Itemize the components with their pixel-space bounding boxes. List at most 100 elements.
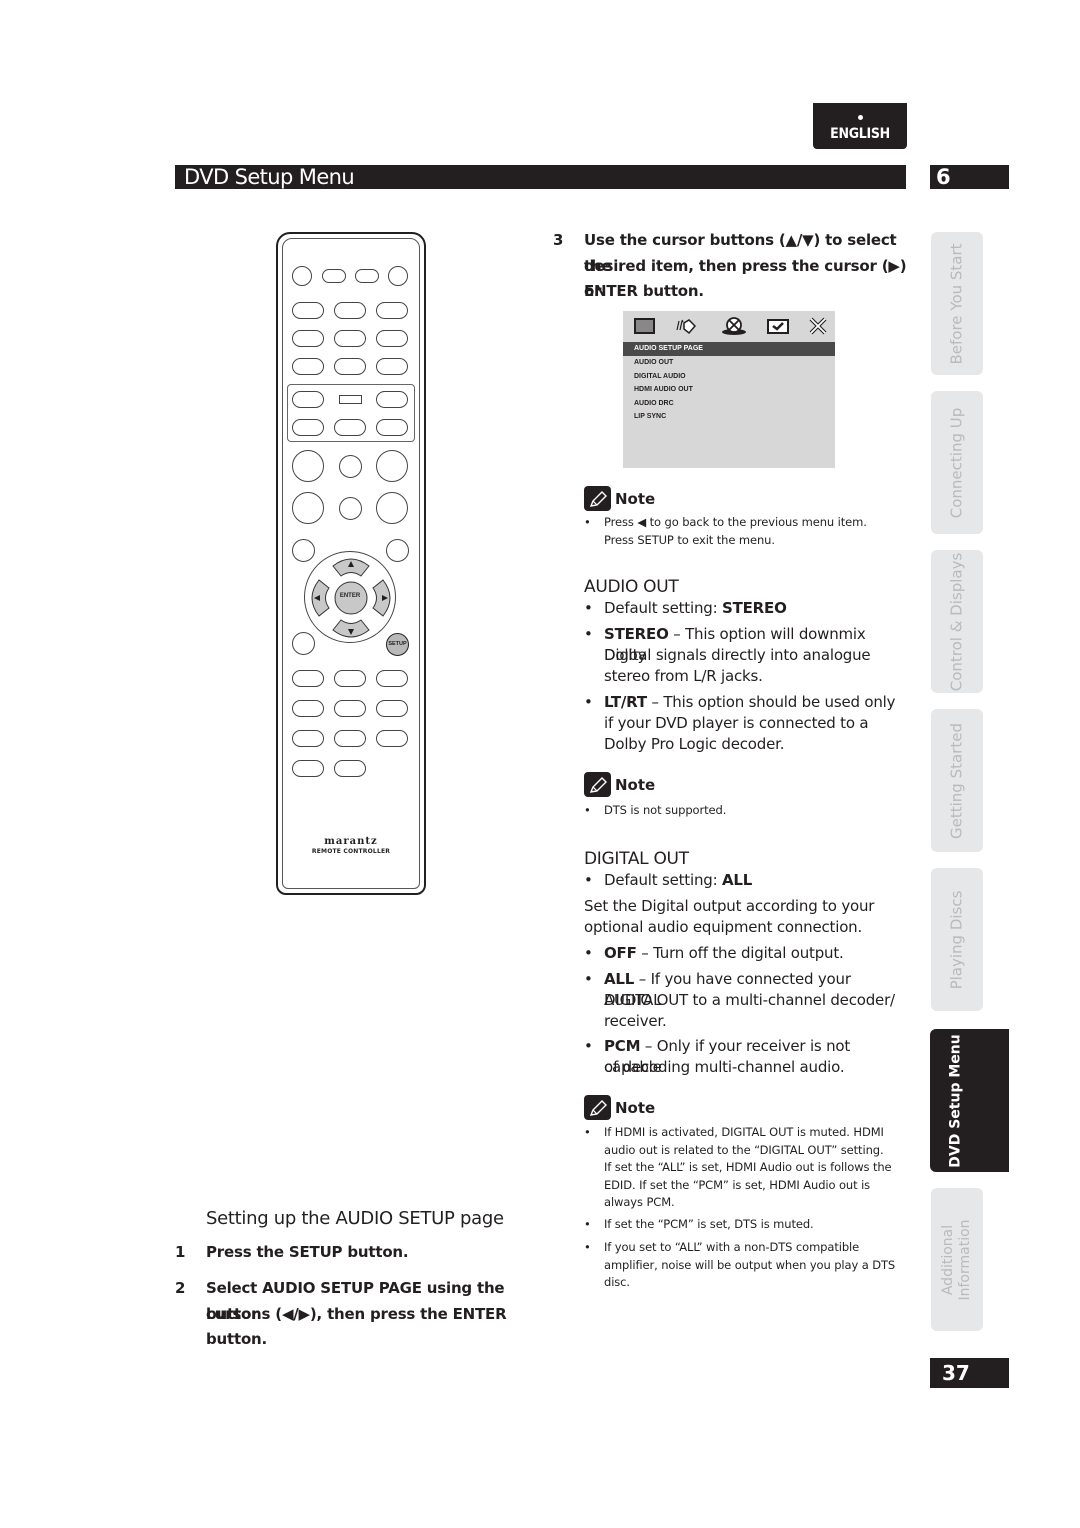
bullet-dot: •	[584, 693, 593, 711]
audio-out-option-ltrt: • LT/RT – This option should be used onl…	[584, 692, 914, 756]
section-title-bar: DVD Setup Menu	[175, 165, 906, 189]
pencil-icon	[584, 772, 611, 797]
language-dot-icon	[857, 115, 863, 120]
osd-menu-item-audio-out: AUDIO OUT	[634, 359, 674, 366]
osd-menu-item-lip-sync: LIP SYNC	[634, 413, 667, 420]
step-3: 3 Use the cursor buttons (▲/▼) to select…	[553, 228, 913, 306]
option-text-line: if your DVD player is connected to a	[604, 714, 869, 732]
side-tab-connecting-up[interactable]: Connecting Up	[931, 391, 983, 534]
note-text-line: audio out is related to the “DIGITAL OUT…	[604, 1142, 884, 1157]
bullet-dot: •	[584, 515, 591, 529]
note-bullet: • If HDMI is activated, DIGITAL OUT is m…	[584, 1124, 914, 1214]
note-label: Note	[615, 1098, 656, 1117]
remote-button	[376, 419, 408, 436]
digital-out-intro-line: Set the Digital output according to your	[584, 897, 875, 915]
remote-round-button	[292, 632, 315, 655]
setup-button-label: SETUP	[388, 641, 407, 647]
option-key: ALL	[604, 970, 635, 988]
option-text-line: of decoding multi-channel audio.	[604, 1058, 845, 1076]
note-label: Note	[615, 489, 656, 508]
remote-button	[376, 700, 408, 717]
note-text-line: If set the “PCM” is set, DTS is muted.	[604, 1217, 814, 1231]
remote-button	[292, 391, 324, 408]
remote-button	[334, 700, 366, 717]
note-bullet: • DTS is not supported.	[584, 802, 914, 820]
default-setting-value: ALL	[722, 871, 753, 889]
bullet-dot: •	[584, 625, 593, 643]
option-text-line: Digital signals directly into analogue	[604, 646, 871, 664]
digital-out-option-all: • ALL – If you have connected your DIGIT…	[584, 969, 914, 1033]
note-text-line: always PCM.	[604, 1195, 675, 1209]
note-text-line: Press ◀ to go back to the previous menu …	[604, 515, 867, 529]
default-setting-text: Default setting: STEREO	[604, 598, 904, 619]
osd-icon-bar	[623, 311, 835, 341]
side-tab-label: Playing Discs	[947, 890, 966, 989]
remote-button	[292, 330, 324, 347]
option-line: OFF – Turn off the digital output.	[604, 943, 904, 964]
note-text-line: amplifier, noise will be output when you…	[604, 1257, 896, 1272]
digital-out-option-pcm: • PCM – Only if your receiver is not cap…	[584, 1036, 914, 1080]
option-dash: –	[634, 970, 651, 988]
option-dash: –	[640, 1037, 657, 1055]
remote-small-button	[322, 269, 346, 283]
step-2: 2 Select AUDIO SETUP PAGE using the curs…	[175, 1276, 535, 1354]
remote-button	[376, 730, 408, 747]
remote-button	[334, 419, 366, 436]
side-tab-playing-discs[interactable]: Playing Discs	[931, 868, 983, 1011]
audio-out-option-stereo: • STEREO – This option will downmix Dolb…	[584, 624, 914, 688]
side-tab-before-you-start[interactable]: Before You Start	[931, 232, 983, 375]
remote-display-window	[339, 395, 362, 404]
step-1: 1 Press the SETUP button.	[175, 1240, 535, 1266]
side-tab-additional-information[interactable]: Additional Information	[931, 1188, 983, 1331]
remote-button	[334, 670, 366, 687]
option-line: LT/RT – This option should be used only	[604, 692, 904, 713]
close-icon	[809, 317, 827, 335]
remote-button	[376, 391, 408, 408]
remote-button	[334, 330, 366, 347]
bullet-dot: •	[584, 1037, 593, 1055]
checkbox-icon	[767, 319, 789, 334]
note-text-line: Press SETUP to exit the menu.	[604, 532, 775, 547]
step-text: Press the SETUP button.	[206, 1243, 409, 1261]
bullet-dot: •	[584, 970, 593, 988]
remote-button	[334, 302, 366, 319]
note-text: DTS is not supported.	[604, 803, 727, 817]
note-heading: Note	[584, 772, 655, 797]
note-heading: Note	[584, 1095, 655, 1120]
remote-button	[376, 670, 408, 687]
pencil-icon	[584, 486, 611, 511]
language-label: ENGLISH	[830, 126, 890, 142]
osd-menu-title: AUDIO SETUP PAGE	[623, 342, 835, 356]
note-bullet: • Press ◀ to go back to the previous men…	[584, 514, 914, 550]
remote-button	[292, 670, 324, 687]
option-dash: –	[668, 625, 686, 643]
side-tab-getting-started[interactable]: Getting Started	[931, 709, 983, 852]
option-text-line: AUDIO OUT to a multi-channel decoder/	[604, 991, 895, 1009]
remote-button	[292, 700, 324, 717]
step-text-line: ENTER button.	[584, 282, 704, 300]
step-text-line: button.	[206, 1330, 268, 1348]
remote-button	[334, 760, 366, 777]
remote-button	[292, 419, 324, 436]
side-tab-label: Connecting Up	[947, 407, 966, 518]
bullet-dot: •	[584, 871, 593, 889]
option-key: LT/RT	[604, 693, 647, 711]
audio-setup-heading: Setting up the AUDIO SETUP page	[206, 1208, 504, 1229]
option-text-line: stereo from L/R jacks.	[604, 667, 763, 685]
side-tab-dvd-setup-menu[interactable]: DVD Setup Menu	[930, 1029, 1009, 1172]
side-tab-label-line: Additional	[940, 1224, 956, 1295]
side-tab-label-line: Information	[957, 1218, 973, 1301]
digital-out-option-off: • OFF – Turn off the digital output.	[584, 943, 914, 965]
digital-out-heading: DIGITAL OUT	[584, 849, 689, 869]
remote-button	[376, 302, 408, 319]
option-key: STEREO	[604, 625, 669, 643]
audio-out-heading: AUDIO OUT	[584, 577, 679, 597]
remote-button	[376, 330, 408, 347]
step-number: 1	[175, 1243, 186, 1261]
digital-out-intro-line: optional audio equipment connection.	[584, 918, 863, 936]
note-bullet: • If you set to “ALL” with a non-DTS com…	[584, 1239, 914, 1293]
side-tab-control-displays[interactable]: Control & Displays	[931, 550, 983, 693]
audio-out-default: • Default setting: STEREO	[584, 598, 914, 620]
note-text-line: If HDMI is activated, DIGITAL OUT is mut…	[604, 1125, 884, 1139]
note-text-line: disc.	[604, 1275, 630, 1289]
